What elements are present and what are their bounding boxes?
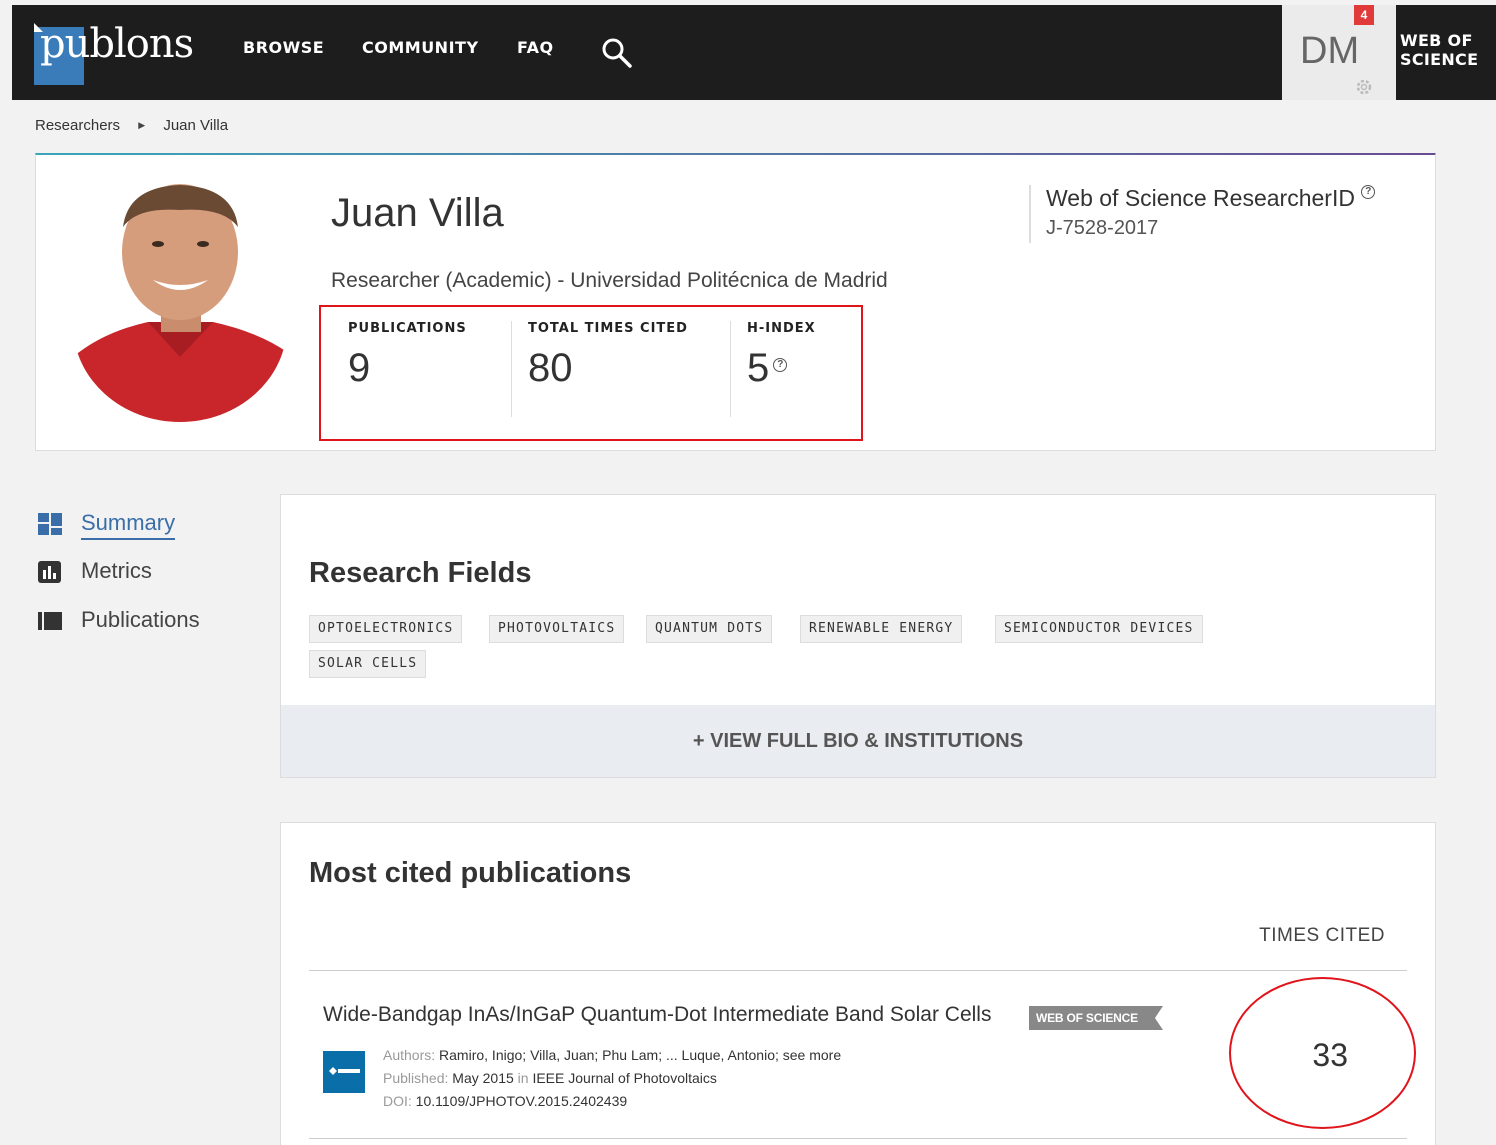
metrics-box: PUBLICATIONS 9 TOTAL TIMES CITED 80 H-IN… bbox=[319, 305, 863, 441]
dashboard-icon bbox=[38, 513, 62, 535]
published-in: in bbox=[517, 1070, 529, 1086]
published-date: May 2015 bbox=[452, 1070, 514, 1086]
notification-badge[interactable]: 4 bbox=[1354, 5, 1374, 25]
metric-label: H-INDEX bbox=[747, 321, 816, 336]
metric-times-cited[interactable]: TOTAL TIMES CITED 80 bbox=[528, 321, 688, 417]
most-cited-title: Most cited publications bbox=[309, 857, 632, 889]
metric-h-index[interactable]: H-INDEX 5? bbox=[747, 321, 816, 417]
researcher-id-label: Web of Science ResearcherID ? bbox=[1046, 185, 1376, 212]
help-icon[interactable]: ? bbox=[1361, 185, 1376, 199]
metric-value: 5? bbox=[747, 346, 816, 391]
view-full-bio-button[interactable]: + VIEW FULL BIO & INSTITUTIONS bbox=[281, 705, 1435, 777]
researcher-id-label-text: Web of Science ResearcherID bbox=[1046, 185, 1355, 211]
metric-publications[interactable]: PUBLICATIONS 9 bbox=[348, 321, 467, 417]
nav-browse[interactable]: BROWSE bbox=[243, 38, 324, 57]
top-navbar: publons BROWSE COMMUNITY FAQ DM 4 WEB OF… bbox=[12, 5, 1496, 100]
bar-chart-icon bbox=[38, 561, 61, 583]
times-cited-header: TIMES CITED bbox=[1259, 925, 1385, 946]
profile-photo bbox=[73, 182, 287, 422]
metric-value: 9 bbox=[348, 346, 371, 390]
sidenav-label: Summary bbox=[81, 510, 176, 540]
nav-community[interactable]: COMMUNITY bbox=[362, 38, 479, 57]
doi-label: DOI: bbox=[383, 1093, 412, 1109]
metric-divider bbox=[511, 321, 512, 417]
publication-title[interactable]: Wide-Bandgap InAs/InGaP Quantum-Dot Inte… bbox=[323, 1003, 991, 1027]
field-tag[interactable]: QUANTUM DOTS bbox=[646, 615, 773, 643]
sidenav-label: Metrics bbox=[81, 558, 152, 583]
sidenav-label: Publications bbox=[81, 607, 200, 632]
divider bbox=[309, 970, 1407, 971]
researcher-id-divider bbox=[1029, 185, 1031, 243]
researcher-name: Juan Villa bbox=[331, 191, 504, 235]
researcher-id-value: J-7528-2017 bbox=[1046, 217, 1159, 239]
field-tag[interactable]: RENEWABLE ENERGY bbox=[800, 615, 963, 643]
breadcrumb-researchers[interactable]: Researchers bbox=[35, 117, 120, 134]
gear-icon[interactable] bbox=[1354, 77, 1374, 97]
publications-icon bbox=[38, 612, 62, 630]
wos-line2: SCIENCE bbox=[1400, 50, 1479, 69]
publication-published: Published: May 2015 in IEEE Journal of P… bbox=[383, 1070, 717, 1086]
research-fields-card: Research Fields OPTOELECTRONICS PHOTOVOL… bbox=[280, 494, 1436, 778]
metric-label: TOTAL TIMES CITED bbox=[528, 321, 688, 336]
caret-right-icon: ▶ bbox=[138, 119, 146, 130]
nav-faq[interactable]: FAQ bbox=[517, 38, 554, 57]
doi-value[interactable]: 10.1109/JPHOTOV.2015.2402439 bbox=[416, 1093, 627, 1109]
divider bbox=[309, 1138, 1407, 1139]
metric-label: PUBLICATIONS bbox=[348, 321, 467, 336]
metric-divider bbox=[730, 321, 731, 417]
web-of-science-link[interactable]: WEB OF SCIENCE bbox=[1400, 31, 1478, 69]
field-tag[interactable]: SOLAR CELLS bbox=[309, 650, 427, 678]
field-tag[interactable]: SEMICONDUCTOR DEVICES bbox=[995, 615, 1203, 643]
breadcrumb: Researchers ▶ Juan Villa bbox=[35, 116, 228, 134]
authors-list[interactable]: Ramiro, Inigo; Villa, Juan; Phu Lam; ...… bbox=[439, 1047, 841, 1063]
highlight-ellipse bbox=[1229, 977, 1416, 1129]
research-fields-title: Research Fields bbox=[309, 557, 532, 589]
publication-authors: Authors: Ramiro, Inigo; Villa, Juan; Phu… bbox=[383, 1047, 841, 1063]
authors-label: Authors: bbox=[383, 1047, 436, 1063]
h-index-value: 5 bbox=[747, 346, 770, 390]
ieee-logo-icon bbox=[323, 1051, 365, 1093]
researcher-role: Researcher (Academic) - Universidad Poli… bbox=[331, 269, 888, 292]
logo-text: publons bbox=[40, 21, 194, 67]
user-initials: DM bbox=[1300, 30, 1360, 72]
profile-card: Juan Villa Researcher (Academic) - Unive… bbox=[35, 153, 1436, 451]
publication-doi: DOI: 10.1109/JPHOTOV.2015.2402439 bbox=[383, 1093, 627, 1109]
metric-value: 80 bbox=[528, 346, 573, 390]
publons-logo[interactable]: publons bbox=[34, 21, 214, 85]
breadcrumb-current: Juan Villa bbox=[163, 116, 229, 134]
field-tag[interactable]: OPTOELECTRONICS bbox=[309, 615, 463, 643]
wos-line1: WEB OF bbox=[1400, 31, 1473, 50]
help-icon[interactable]: ? bbox=[773, 358, 788, 372]
most-cited-card: Most cited publications TIMES CITED Wide… bbox=[280, 822, 1436, 1145]
search-icon[interactable] bbox=[600, 36, 634, 70]
user-avatar[interactable]: DM 4 bbox=[1282, 5, 1396, 100]
field-tag[interactable]: PHOTOVOLTAICS bbox=[489, 615, 625, 643]
published-label: Published: bbox=[383, 1070, 449, 1086]
journal-name[interactable]: IEEE Journal of Photovoltaics bbox=[532, 1070, 716, 1086]
web-of-science-badge: WEB OF SCIENCE bbox=[1029, 1006, 1163, 1030]
